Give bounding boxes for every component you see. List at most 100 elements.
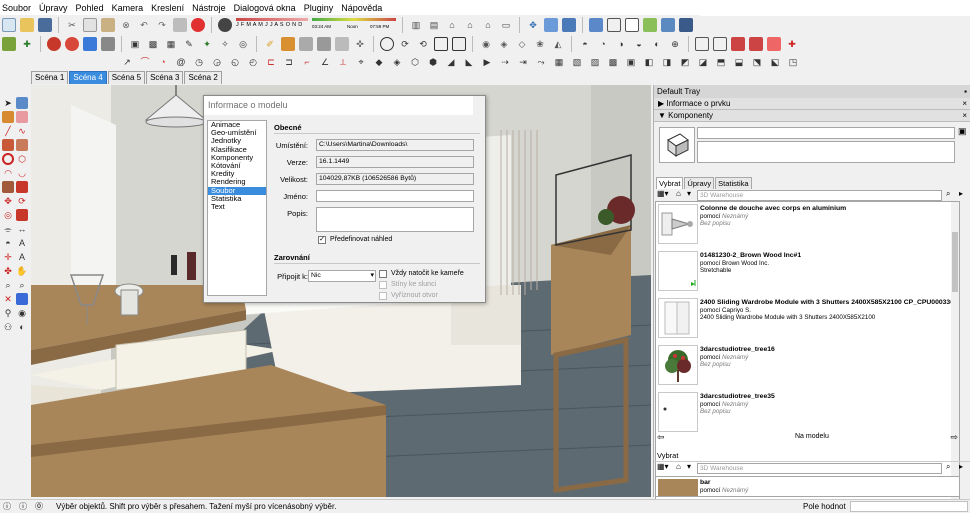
shape-ah-icon[interactable]: ◳ bbox=[786, 55, 800, 69]
dimension-icon[interactable]: ↔ bbox=[16, 223, 28, 235]
make-component-icon[interactable] bbox=[16, 97, 28, 109]
shape-ac-icon[interactable]: ◪ bbox=[696, 55, 710, 69]
cut-icon[interactable]: ✂ bbox=[65, 18, 79, 32]
push-pull-icon[interactable] bbox=[2, 181, 14, 193]
view-c-icon[interactable]: ◇ bbox=[515, 37, 529, 51]
help-icon[interactable]: ⓪ bbox=[35, 500, 43, 513]
shape-k-icon[interactable]: ◆ bbox=[372, 55, 386, 69]
layer-f-icon[interactable]: ✚ bbox=[785, 37, 799, 51]
shape-j-icon[interactable]: ⌖ bbox=[354, 55, 368, 69]
shape-ad-icon[interactable]: ⬒ bbox=[714, 55, 728, 69]
zoom-window-icon[interactable]: ⌕ bbox=[16, 279, 28, 291]
arc-icon[interactable]: ⌒ bbox=[138, 55, 152, 69]
protractor-icon[interactable]: ◓ bbox=[2, 237, 14, 249]
shape-d-icon[interactable]: ◴ bbox=[246, 55, 260, 69]
menu-pluginy[interactable]: Pluginy bbox=[304, 3, 334, 13]
close-icon[interactable]: × bbox=[962, 98, 967, 110]
view-options-icon[interactable]: ▦▾ bbox=[657, 189, 669, 198]
print-icon[interactable] bbox=[173, 18, 187, 32]
view-b-icon[interactable]: ◈ bbox=[497, 37, 511, 51]
shadows-icon[interactable] bbox=[218, 18, 232, 32]
shaded-icon[interactable] bbox=[643, 18, 657, 32]
shape-r-icon[interactable]: ⇢ bbox=[498, 55, 512, 69]
list-item[interactable]: 3darcstudiotree_tree16 pomocí Neznámý Be… bbox=[656, 343, 961, 389]
zoom-extents-icon[interactable]: ✕ bbox=[2, 293, 14, 305]
list-item[interactable]: 01481230-2_Brown Wood Inc#1 pomocí Brown… bbox=[656, 249, 961, 295]
shape-t-icon[interactable]: ⤳ bbox=[534, 55, 548, 69]
shape-v-icon[interactable]: ▧ bbox=[570, 55, 584, 69]
shape-w-icon[interactable]: ▨ bbox=[588, 55, 602, 69]
list-item[interactable]: 3darcstudiotree_tree35 pomocí Neznámý Be… bbox=[656, 390, 961, 436]
scene-tab-1[interactable]: Scéna 1 bbox=[31, 71, 69, 84]
category-text[interactable]: Text bbox=[208, 202, 266, 211]
axes-tool-icon[interactable]: ✛ bbox=[2, 251, 14, 263]
description-field[interactable] bbox=[316, 207, 474, 232]
menu-dialogova-okna[interactable]: Dialogová okna bbox=[234, 3, 296, 13]
paint-bucket-icon[interactable] bbox=[2, 111, 14, 123]
solid-d-icon[interactable]: ✜ bbox=[353, 37, 367, 51]
shape-h-icon[interactable]: ∠ bbox=[318, 55, 332, 69]
search-icon[interactable]: ⌕ bbox=[946, 189, 950, 199]
view-d-icon[interactable]: ❀ bbox=[533, 37, 547, 51]
shape-i-icon[interactable]: ⟂ bbox=[336, 55, 350, 69]
shape-n-icon[interactable]: ⬢ bbox=[426, 55, 440, 69]
shape-g-icon[interactable]: ⌐ bbox=[300, 55, 314, 69]
shape-s-icon[interactable]: ⇥ bbox=[516, 55, 530, 69]
shape-o-icon[interactable]: ◢ bbox=[444, 55, 458, 69]
follow-me-icon[interactable]: ↗ bbox=[120, 55, 134, 69]
3d-text-icon[interactable]: A bbox=[16, 251, 28, 263]
shape-q-icon[interactable]: ▶ bbox=[480, 55, 494, 69]
shape-e-icon[interactable]: ⊏ bbox=[264, 55, 278, 69]
extension-icon[interactable]: ⌂ bbox=[463, 18, 477, 32]
pie-icon[interactable]: ◔ bbox=[156, 55, 170, 69]
camera-b-icon[interactable]: ◔ bbox=[596, 37, 610, 51]
layer-a-icon[interactable] bbox=[695, 37, 709, 51]
components-panel[interactable]: ▼ Komponenty × bbox=[654, 110, 970, 122]
always-face-checkbox[interactable] bbox=[379, 270, 387, 278]
entity-info-panel[interactable]: ▶ Informace o prvku × bbox=[654, 98, 970, 110]
ruby-icon[interactable] bbox=[47, 37, 61, 51]
list-item[interactable]: 2400 Sliding Wardrobe Module with 3 Shut… bbox=[656, 296, 961, 342]
axes-icon[interactable]: ✥ bbox=[526, 18, 540, 32]
orbit-icon[interactable]: ✤ bbox=[2, 265, 14, 277]
name-field[interactable] bbox=[316, 190, 474, 202]
layer-d-icon[interactable] bbox=[749, 37, 763, 51]
freehand-icon[interactable]: ∿ bbox=[16, 125, 28, 137]
menu-napoveda[interactable]: Nápověda bbox=[341, 3, 382, 13]
follow-me-tool-icon[interactable] bbox=[16, 181, 28, 193]
cut-opening-checkbox[interactable] bbox=[379, 292, 387, 300]
position-camera-icon[interactable]: ⚲ bbox=[2, 307, 14, 319]
view-a-icon[interactable]: ◉ bbox=[479, 37, 493, 51]
text-icon[interactable]: A bbox=[16, 237, 28, 249]
model-info-icon[interactable] bbox=[191, 18, 205, 32]
camera-a-icon[interactable]: ◓ bbox=[578, 37, 592, 51]
credits-icon[interactable]: ⓘ bbox=[19, 500, 27, 513]
ruby-2-icon[interactable] bbox=[65, 37, 79, 51]
back-arrow-icon[interactable]: ⇦ bbox=[657, 432, 665, 443]
erase-icon[interactable]: ⊗ bbox=[119, 18, 133, 32]
shape-ag-icon[interactable]: ⬕ bbox=[768, 55, 782, 69]
camera-d-icon[interactable]: ◒ bbox=[632, 37, 646, 51]
tray-pin-icon[interactable]: ▪ bbox=[964, 85, 967, 98]
shape-y-icon[interactable]: ▣ bbox=[624, 55, 638, 69]
menu-kresleni[interactable]: Kreslení bbox=[151, 3, 184, 13]
navigation-dropdown-icon[interactable]: ▾ bbox=[687, 462, 691, 471]
solid-a-icon[interactable] bbox=[299, 37, 313, 51]
measurements-input[interactable] bbox=[850, 501, 968, 512]
shape-m-icon[interactable]: ⬡ bbox=[408, 55, 422, 69]
monochrome-icon[interactable] bbox=[679, 18, 693, 32]
line-icon[interactable]: ╱ bbox=[2, 125, 14, 137]
shape-aa-icon[interactable]: ◨ bbox=[660, 55, 674, 69]
layer-e-icon[interactable] bbox=[767, 37, 781, 51]
shape-p-icon[interactable]: ◣ bbox=[462, 55, 476, 69]
sandbox-a-icon[interactable] bbox=[380, 37, 394, 51]
details-arrow-icon[interactable]: ▸ bbox=[959, 189, 963, 198]
share-icon[interactable]: ⌂ bbox=[481, 18, 495, 32]
new-icon[interactable] bbox=[2, 18, 16, 32]
tool-b-icon[interactable]: ▩ bbox=[146, 37, 160, 51]
save-icon[interactable] bbox=[38, 18, 52, 32]
polygon-icon[interactable]: ⬡ bbox=[16, 153, 28, 165]
circle-icon[interactable] bbox=[2, 153, 14, 165]
component-name-field[interactable] bbox=[697, 127, 955, 139]
zoom-icon[interactable]: ⌕ bbox=[2, 279, 14, 291]
